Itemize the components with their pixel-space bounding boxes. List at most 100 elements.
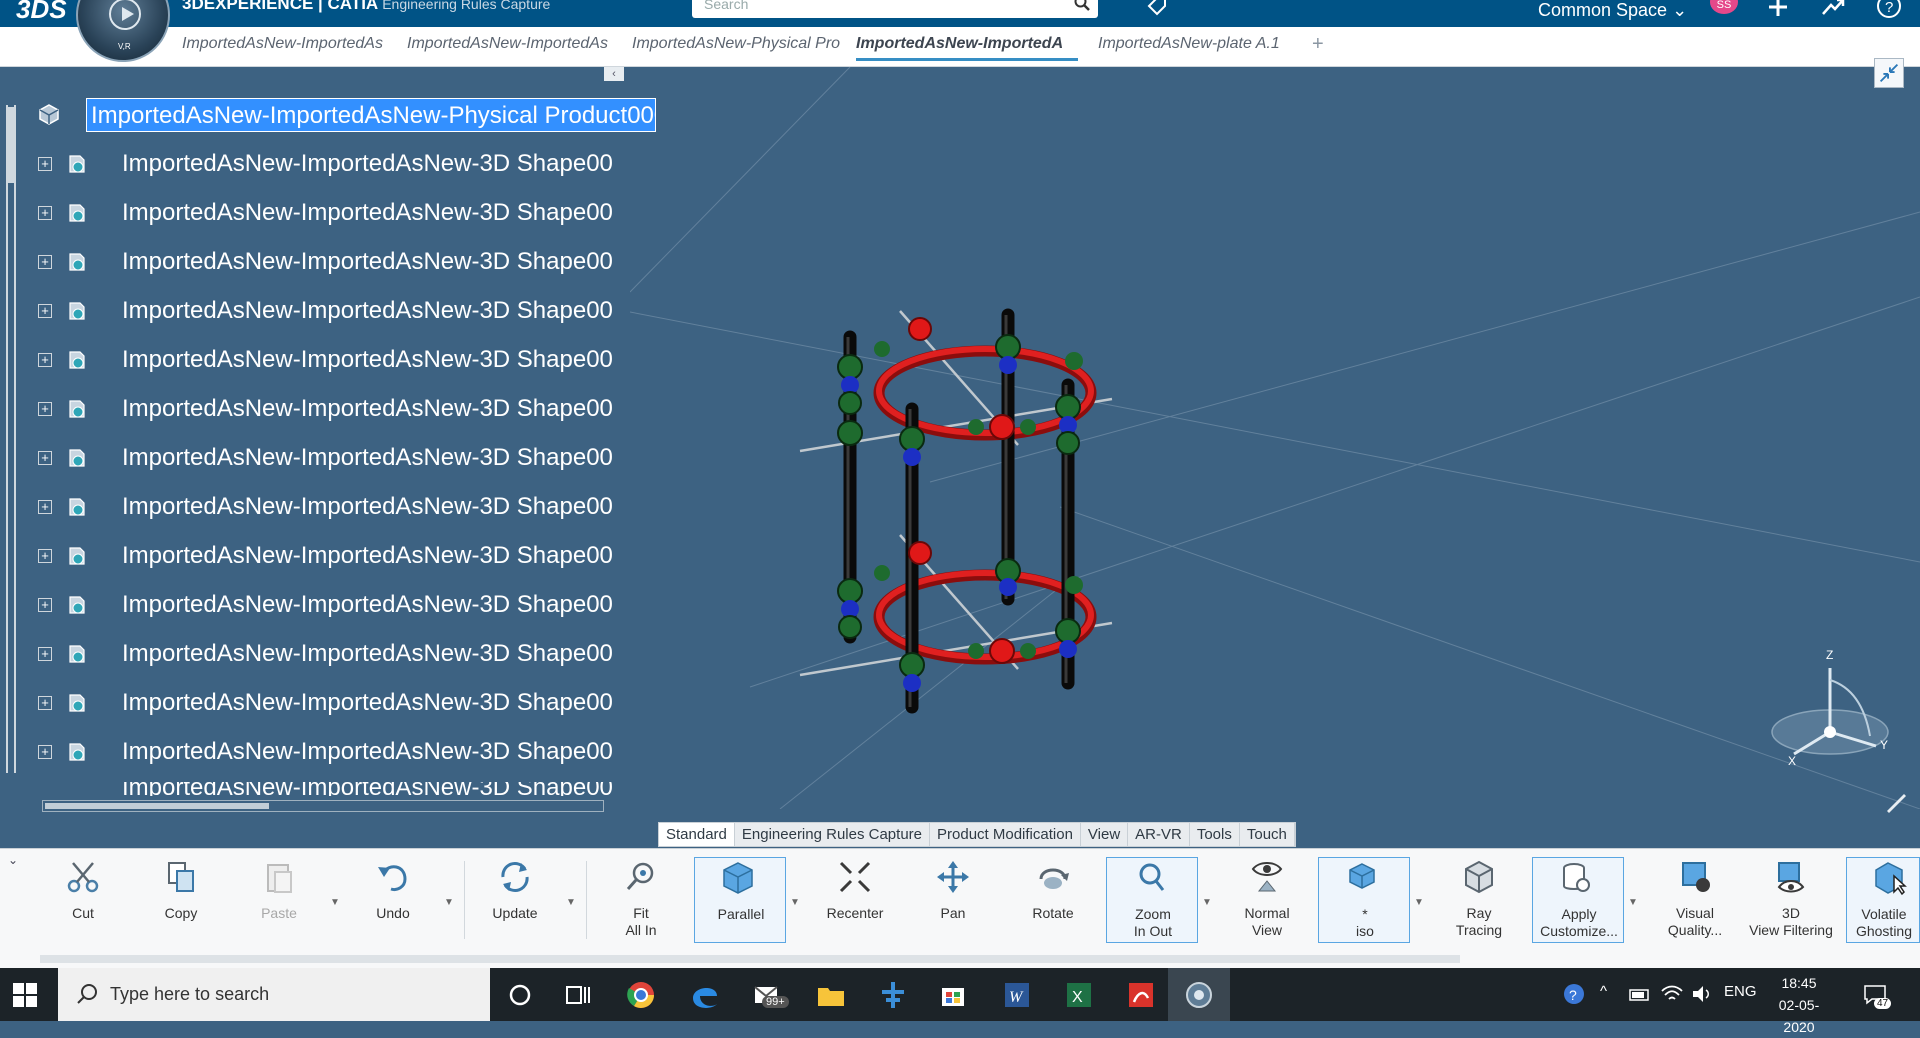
tree-collapse-button[interactable]: ‹ [604,67,624,81]
parallel-button[interactable]: Parallel [694,857,786,943]
ray-tracing-button[interactable]: Ray Tracing [1436,857,1522,943]
tree-horizontal-scroll-thumb[interactable] [45,803,269,809]
chevron-down-icon[interactable]: ▼ [444,897,454,908]
chevron-down-icon[interactable]: ▼ [330,897,340,908]
tab-ar-vr[interactable]: AR-VR [1128,823,1190,846]
tree-node[interactable]: + ImportedAsNew-ImportedAsNew-3D Shape00 [34,635,624,673]
tree-node[interactable]: + ImportedAsNew-ImportedAsNew-3D Shape00 [34,439,624,477]
store-icon[interactable] [936,978,970,1012]
search-input[interactable]: Search [704,0,748,12]
tree-node-label[interactable]: ImportedAsNew-ImportedAsNew-3D Shape00 [122,297,613,325]
battery-icon[interactable] [1628,983,1652,1005]
update-button[interactable]: Update [472,857,558,943]
expand-icon[interactable]: + [38,696,52,710]
doc-tab-5[interactable]: ImportedAsNew-plate A.1 [1098,35,1298,53]
tree-node[interactable]: + ImportedAsNew-ImportedAsNew-3D Shape00 [34,341,624,379]
tree-node-label[interactable]: ImportedAsNew-ImportedAsNew-3D Shape00 [122,248,613,276]
tab-tools[interactable]: Tools [1190,823,1240,846]
undo-button[interactable]: Undo [350,857,436,943]
cortana-icon[interactable] [503,978,537,1012]
pen-icon[interactable] [1884,790,1908,814]
expand-icon[interactable]: + [38,451,52,465]
tree-node-label[interactable]: ImportedAsNew-ImportedAsNew-3D Shape00 [122,444,613,472]
taskbar-search[interactable]: Type here to search [58,968,490,1021]
tab-touch[interactable]: Touch [1240,823,1295,846]
wifi-icon[interactable] [1660,983,1684,1005]
chevron-up-icon[interactable]: ^ [1600,983,1607,1005]
help-icon[interactable]: ? [1876,0,1902,20]
expand-icon[interactable]: + [38,206,52,220]
expand-icon[interactable]: + [38,255,52,269]
tree-node[interactable]: + ImportedAsNew-ImportedAsNew-3D Shape00 [34,292,624,330]
chevron-down-icon[interactable]: ▼ [1628,897,1638,908]
tab-engineering-rules-capture[interactable]: Engineering Rules Capture [735,823,931,846]
chevron-down-icon[interactable]: ▼ [1202,897,1212,908]
rotate-button[interactable]: Rotate [1010,857,1096,943]
3dexperience-taskbar-item[interactable] [1168,968,1230,1021]
tab-standard[interactable]: Standard [659,823,735,846]
axis-triad-icon[interactable] [1766,650,1894,770]
normal-view-button[interactable]: Normal View [1224,857,1310,943]
acrobat-icon[interactable] [1124,978,1158,1012]
fit-all-in-button[interactable]: Fit All In [598,857,684,943]
tree-node-label[interactable]: ImportedAsNew-ImportedAsNew-3D Shape00 [122,782,613,796]
expand-icon[interactable]: + [38,402,52,416]
recenter-button[interactable]: Recenter [812,857,898,943]
tree-root-node[interactable]: ImportedAsNew-ImportedAsNew-Physical Pro… [32,98,656,136]
tree-node[interactable]: + ImportedAsNew-ImportedAsNew-3D Shape00 [34,684,624,722]
search-box[interactable]: Search [692,0,1098,18]
tree-node[interactable]: + ImportedAsNew-ImportedAsNew-3D Shape00 [34,488,624,526]
tree-node[interactable]: + ImportedAsNew-ImportedAsNew-3D Shape00 [34,586,624,624]
chrome-icon[interactable] [624,978,658,1012]
search-icon[interactable] [1074,0,1090,11]
apply-customize-button[interactable]: Apply Customize... [1532,857,1624,943]
expand-icon[interactable]: + [38,647,52,661]
add-tab-button[interactable]: + [1312,33,1324,56]
tree-vertical-scroll-thumb[interactable] [6,107,16,183]
tree-node-label[interactable]: ImportedAsNew-ImportedAsNew-3D Shape00 [122,738,613,766]
tree-node-label[interactable]: ImportedAsNew-ImportedAsNew-3D Shape00 [122,493,613,521]
tree-node-label[interactable]: ImportedAsNew-ImportedAsNew-3D Shape00 [122,395,613,423]
expand-icon[interactable]: + [38,549,52,563]
toolbar-scrollbar[interactable] [30,955,1910,963]
expand-icon[interactable]: + [38,598,52,612]
orientation-compass[interactable]: Z X Y [1766,648,1894,770]
tree-node-partial[interactable]: ImportedAsNew-ImportedAsNew-3D Shape00 [34,782,624,796]
volume-icon[interactable] [1690,983,1714,1005]
chevron-down-icon[interactable]: ⌄ [8,853,24,867]
tag-icon[interactable] [1146,0,1168,18]
task-view-icon[interactable] [560,978,594,1012]
excel-icon[interactable]: X [1062,978,1096,1012]
tree-node-label[interactable]: ImportedAsNew-ImportedAsNew-3D Shape00 [122,199,613,227]
tree-vertical-scrollbar[interactable] [6,105,16,773]
file-explorer-icon[interactable] [814,978,848,1012]
cut-button[interactable]: Cut [40,857,126,943]
toolbar-scroll-thumb[interactable] [40,955,1460,963]
tab-view[interactable]: View [1081,823,1129,846]
tree-node[interactable]: + ImportedAsNew-ImportedAsNew-3D Shape00 [34,145,624,183]
doc-tab-4-active[interactable]: ImportedAsNew-ImportedA [856,35,1078,61]
pin-app-icon[interactable] [876,978,910,1012]
tree-node[interactable]: + ImportedAsNew-ImportedAsNew-3D Shape00 [34,733,624,771]
tree-node[interactable]: + ImportedAsNew-ImportedAsNew-3D Shape00 [34,243,624,281]
expand-icon[interactable]: + [38,745,52,759]
space-selector[interactable]: Common Space ⌄ [1538,0,1687,21]
expand-icon[interactable]: + [38,157,52,171]
3d-view-filtering-button[interactable]: 3D View Filtering [1748,857,1834,943]
paste-button[interactable]: Paste [236,857,322,943]
tree-node[interactable]: + ImportedAsNew-ImportedAsNew-3D Shape00 [34,194,624,232]
word-icon[interactable]: W [1000,978,1034,1012]
expand-icon[interactable]: + [38,304,52,318]
copy-button[interactable]: Copy [138,857,224,943]
visual-quality-button[interactable]: Visual Quality... [1652,857,1738,943]
language-indicator[interactable]: ENG [1724,983,1757,1005]
edge-icon[interactable] [688,978,722,1012]
share-icon[interactable] [1820,0,1846,20]
taskbar-search-placeholder[interactable]: Type here to search [110,984,269,1005]
tree-root-label[interactable]: ImportedAsNew-ImportedAsNew-Physical Pro… [86,98,656,132]
doc-tab-2[interactable]: ImportedAsNew-ImportedAs [407,35,617,53]
doc-tab-1[interactable]: ImportedAsNew-ImportedAs [182,35,392,53]
system-clock[interactable]: 18:45 02-05-2020 [1764,972,1834,1038]
help-tray-icon[interactable]: ? [1562,983,1586,1005]
play-icon[interactable] [109,0,141,30]
